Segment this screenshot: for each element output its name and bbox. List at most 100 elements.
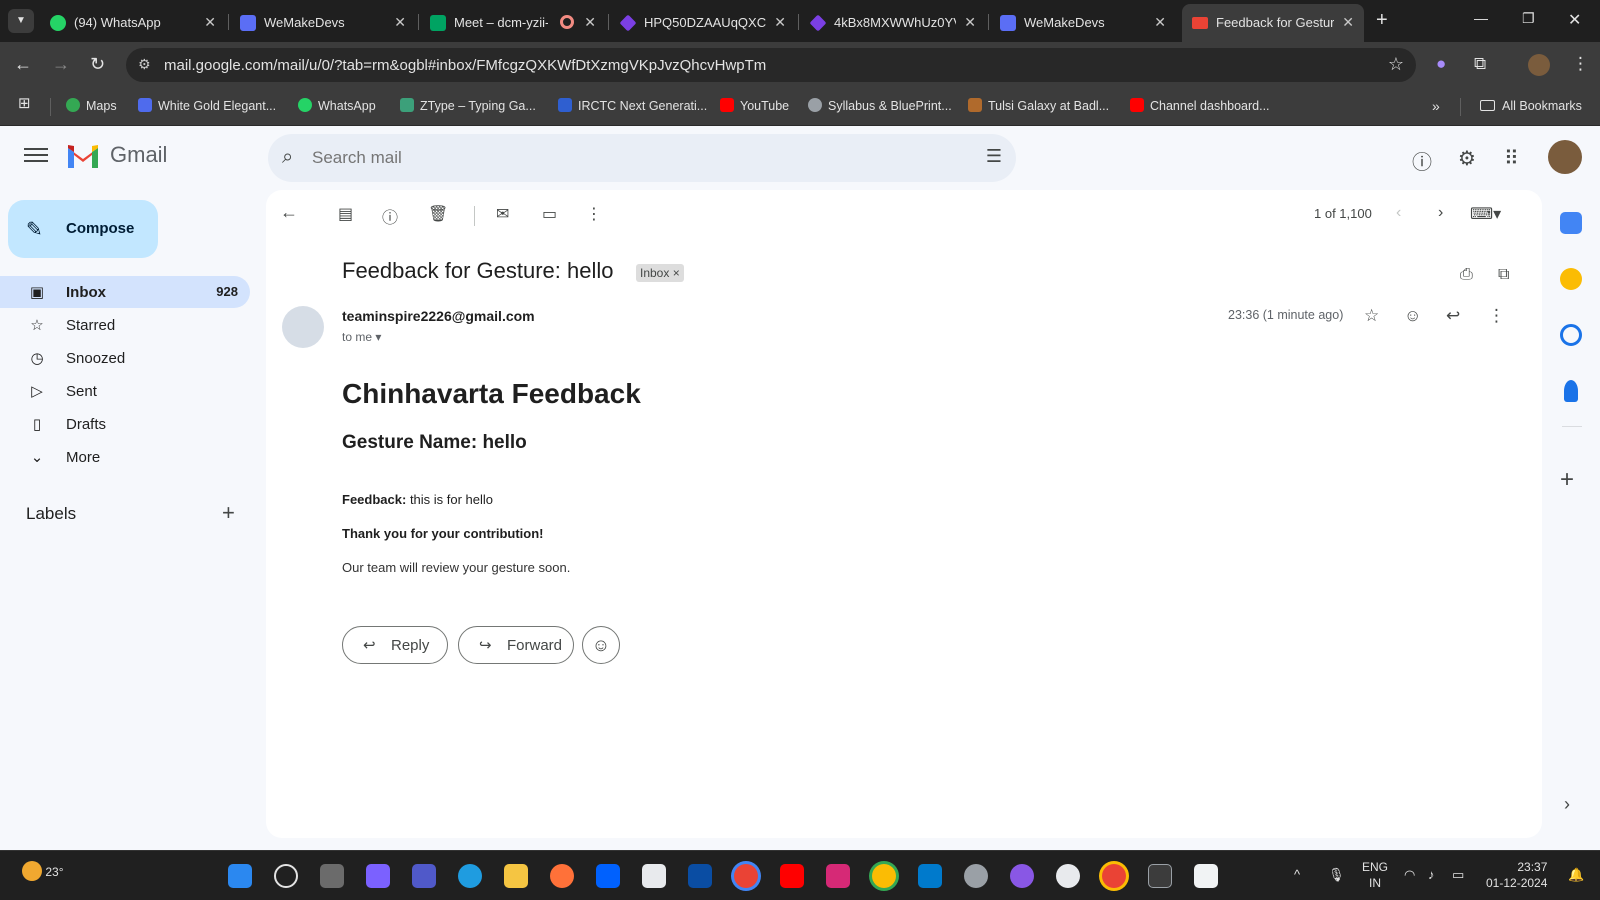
move-to-icon[interactable]: ▭ [542, 204, 557, 224]
older-icon[interactable]: › [1438, 204, 1443, 222]
all-bookmarks-button[interactable]: All Bookmarks [1480, 98, 1582, 114]
url-text[interactable]: mail.google.com/mail/u/0/?tab=rm&ogbl#in… [164, 57, 766, 74]
search-options-icon[interactable]: ☰ [986, 146, 1002, 167]
volume-icon[interactable]: ♪ [1428, 867, 1435, 882]
bookmark-syllabus[interactable]: Syllabus & BluePrint... [808, 98, 952, 114]
start-icon[interactable] [228, 864, 252, 888]
emoji-reaction-button[interactable]: ☺ [582, 626, 620, 664]
bookmark-whatsapp[interactable]: WhatsApp [298, 98, 376, 114]
open-new-window-icon[interactable]: ⧉ [1498, 266, 1509, 284]
more-options-icon[interactable]: ⋮ [586, 204, 602, 224]
search-icon[interactable]: ⌕ [282, 146, 293, 169]
bookmark-star-icon[interactable]: ☆ [1388, 54, 1404, 75]
google-apps-icon[interactable]: ⠿ [1504, 146, 1519, 171]
file-explorer-icon[interactable] [504, 864, 528, 888]
firefox-icon[interactable] [550, 864, 574, 888]
print-icon[interactable]: ⎙ [1460, 266, 1473, 284]
minimize-icon[interactable]: — [1474, 10, 1488, 26]
copilot-icon[interactable] [366, 864, 390, 888]
close-tab-icon[interactable]: ✕ [394, 14, 406, 30]
close-tab-icon[interactable]: ✕ [774, 14, 786, 30]
dropbox-icon[interactable] [596, 864, 620, 888]
main-menu-icon[interactable] [24, 144, 48, 164]
task-view-icon[interactable] [320, 864, 344, 888]
account-avatar[interactable] [1548, 140, 1582, 174]
tray-overflow-icon[interactable]: ^ [1294, 867, 1300, 882]
settings-gear-icon[interactable]: ⚙ [1458, 146, 1476, 171]
extensions-puzzle-icon[interactable]: ⧉ [1474, 54, 1486, 74]
back-icon[interactable]: ← [14, 54, 32, 74]
forward-button[interactable]: ↪ Forward [458, 626, 574, 664]
apps-grid-icon[interactable]: ⊞ [18, 96, 31, 112]
bookmark-tulsi[interactable]: Tulsi Galaxy at Badl... [968, 98, 1109, 114]
forward-icon[interactable]: → [52, 54, 70, 74]
close-tab-icon[interactable]: ✕ [1154, 14, 1166, 30]
terminal-icon[interactable] [1148, 864, 1172, 888]
help-icon[interactable]: ⓘ [1412, 146, 1432, 175]
bookmark-channel-dashboard[interactable]: Channel dashboard... [1130, 98, 1270, 114]
close-tab-icon[interactable]: ✕ [584, 14, 596, 30]
notepad-icon[interactable] [1194, 864, 1218, 888]
sidebar-item-starred[interactable]: ☆ Starred [0, 309, 250, 341]
sidebar-item-snoozed[interactable]: ◷ Snoozed [0, 342, 250, 374]
language-indicator[interactable]: ENG IN [1362, 859, 1388, 891]
android-studio-icon[interactable] [1056, 864, 1080, 888]
sender-email[interactable]: teaminspire2226@gmail.com [342, 308, 535, 324]
inbox-label-badge[interactable]: Inbox × [636, 264, 684, 282]
keep-icon[interactable] [1560, 268, 1582, 290]
site-info-icon[interactable]: ⚙ [138, 56, 151, 73]
archive-icon[interactable]: ▤ [338, 204, 353, 224]
recipient-line[interactable]: to me ▾ [342, 330, 381, 344]
tab-4kbx[interactable]: 4kBx8MXWWhUz0YV ✕ [800, 4, 986, 42]
get-addons-icon[interactable]: + [1560, 466, 1574, 494]
message-more-icon[interactable]: ⋮ [1488, 306, 1505, 326]
bookmark-maps[interactable]: Maps [66, 98, 117, 114]
tab-meet[interactable]: Meet – dcm-yzii-j ✕ [420, 4, 606, 42]
close-tab-icon[interactable]: ✕ [204, 14, 216, 30]
youtube-icon[interactable] [780, 864, 804, 888]
delete-icon[interactable]: 🗑 [428, 204, 448, 224]
profile-avatar[interactable] [1528, 54, 1550, 76]
tab-wemakedevs[interactable]: WeMakeDevs ✕ [230, 4, 416, 42]
reply-button[interactable]: ↩ Reply [342, 626, 448, 664]
settings-icon[interactable] [964, 864, 988, 888]
mark-unread-icon[interactable]: ✉ [496, 204, 509, 224]
close-tab-icon[interactable]: ✕ [1342, 14, 1354, 30]
search-bar[interactable]: ⌕ ☰ [268, 134, 1016, 182]
chrome-icon[interactable] [734, 864, 758, 888]
notifications-icon[interactable]: 🔔 [1568, 867, 1584, 883]
instagram-icon[interactable] [826, 864, 850, 888]
remove-label-icon[interactable]: × [673, 266, 680, 280]
restore-icon[interactable]: ❐ [1522, 10, 1535, 27]
sidebar-item-more[interactable]: ⌄ More [0, 441, 250, 473]
add-reaction-icon[interactable]: ☺ [1404, 306, 1421, 326]
tab-wemakedevs-2[interactable]: WeMakeDevs ✕ [990, 4, 1176, 42]
sidebar-item-drafts[interactable]: ▯ Drafts [0, 408, 250, 440]
input-tools-icon[interactable]: ⌨▾ [1470, 204, 1501, 224]
search-icon[interactable] [274, 864, 298, 888]
microphone-icon[interactable]: 🎙 [1328, 867, 1345, 883]
sidebar-item-inbox[interactable]: ▣ Inbox 928 [0, 276, 250, 308]
contacts-icon[interactable] [1564, 380, 1578, 402]
newer-icon[interactable]: ‹ [1396, 204, 1401, 222]
battery-icon[interactable]: ▭ [1452, 867, 1464, 883]
bookmark-ztype[interactable]: ZType – Typing Ga... [400, 98, 536, 114]
tab-hpq[interactable]: HPQ50DZAAUqQXCt ✕ [610, 4, 796, 42]
new-tab-button[interactable]: + [1376, 10, 1388, 30]
edge-icon[interactable] [458, 864, 482, 888]
clock[interactable]: 23:37 01-12-2024 [1486, 859, 1547, 891]
star-message-icon[interactable]: ☆ [1364, 306, 1379, 326]
tab-gmail-active[interactable]: Feedback for Gesture ✕ [1182, 4, 1364, 42]
chrome-profile-icon[interactable] [872, 864, 896, 888]
calendar-icon[interactable] [1560, 212, 1582, 234]
tasks-icon[interactable] [1560, 324, 1582, 346]
compose-button[interactable]: ✎ Compose [8, 200, 158, 258]
vscode-icon[interactable] [918, 864, 942, 888]
more-bookmarks-icon[interactable]: » [1432, 98, 1440, 114]
wifi-icon[interactable]: ◠ [1404, 867, 1415, 883]
weather-widget[interactable]: 23° [22, 861, 64, 881]
tab-whatsapp[interactable]: (94) WhatsApp ✕ [40, 4, 226, 42]
omnibox[interactable]: ⚙ mail.google.com/mail/u/0/?tab=rm&ogbl#… [126, 48, 1416, 82]
reload-icon[interactable]: ↻ [90, 54, 105, 74]
tab-search-button[interactable]: ▼ [8, 9, 34, 33]
